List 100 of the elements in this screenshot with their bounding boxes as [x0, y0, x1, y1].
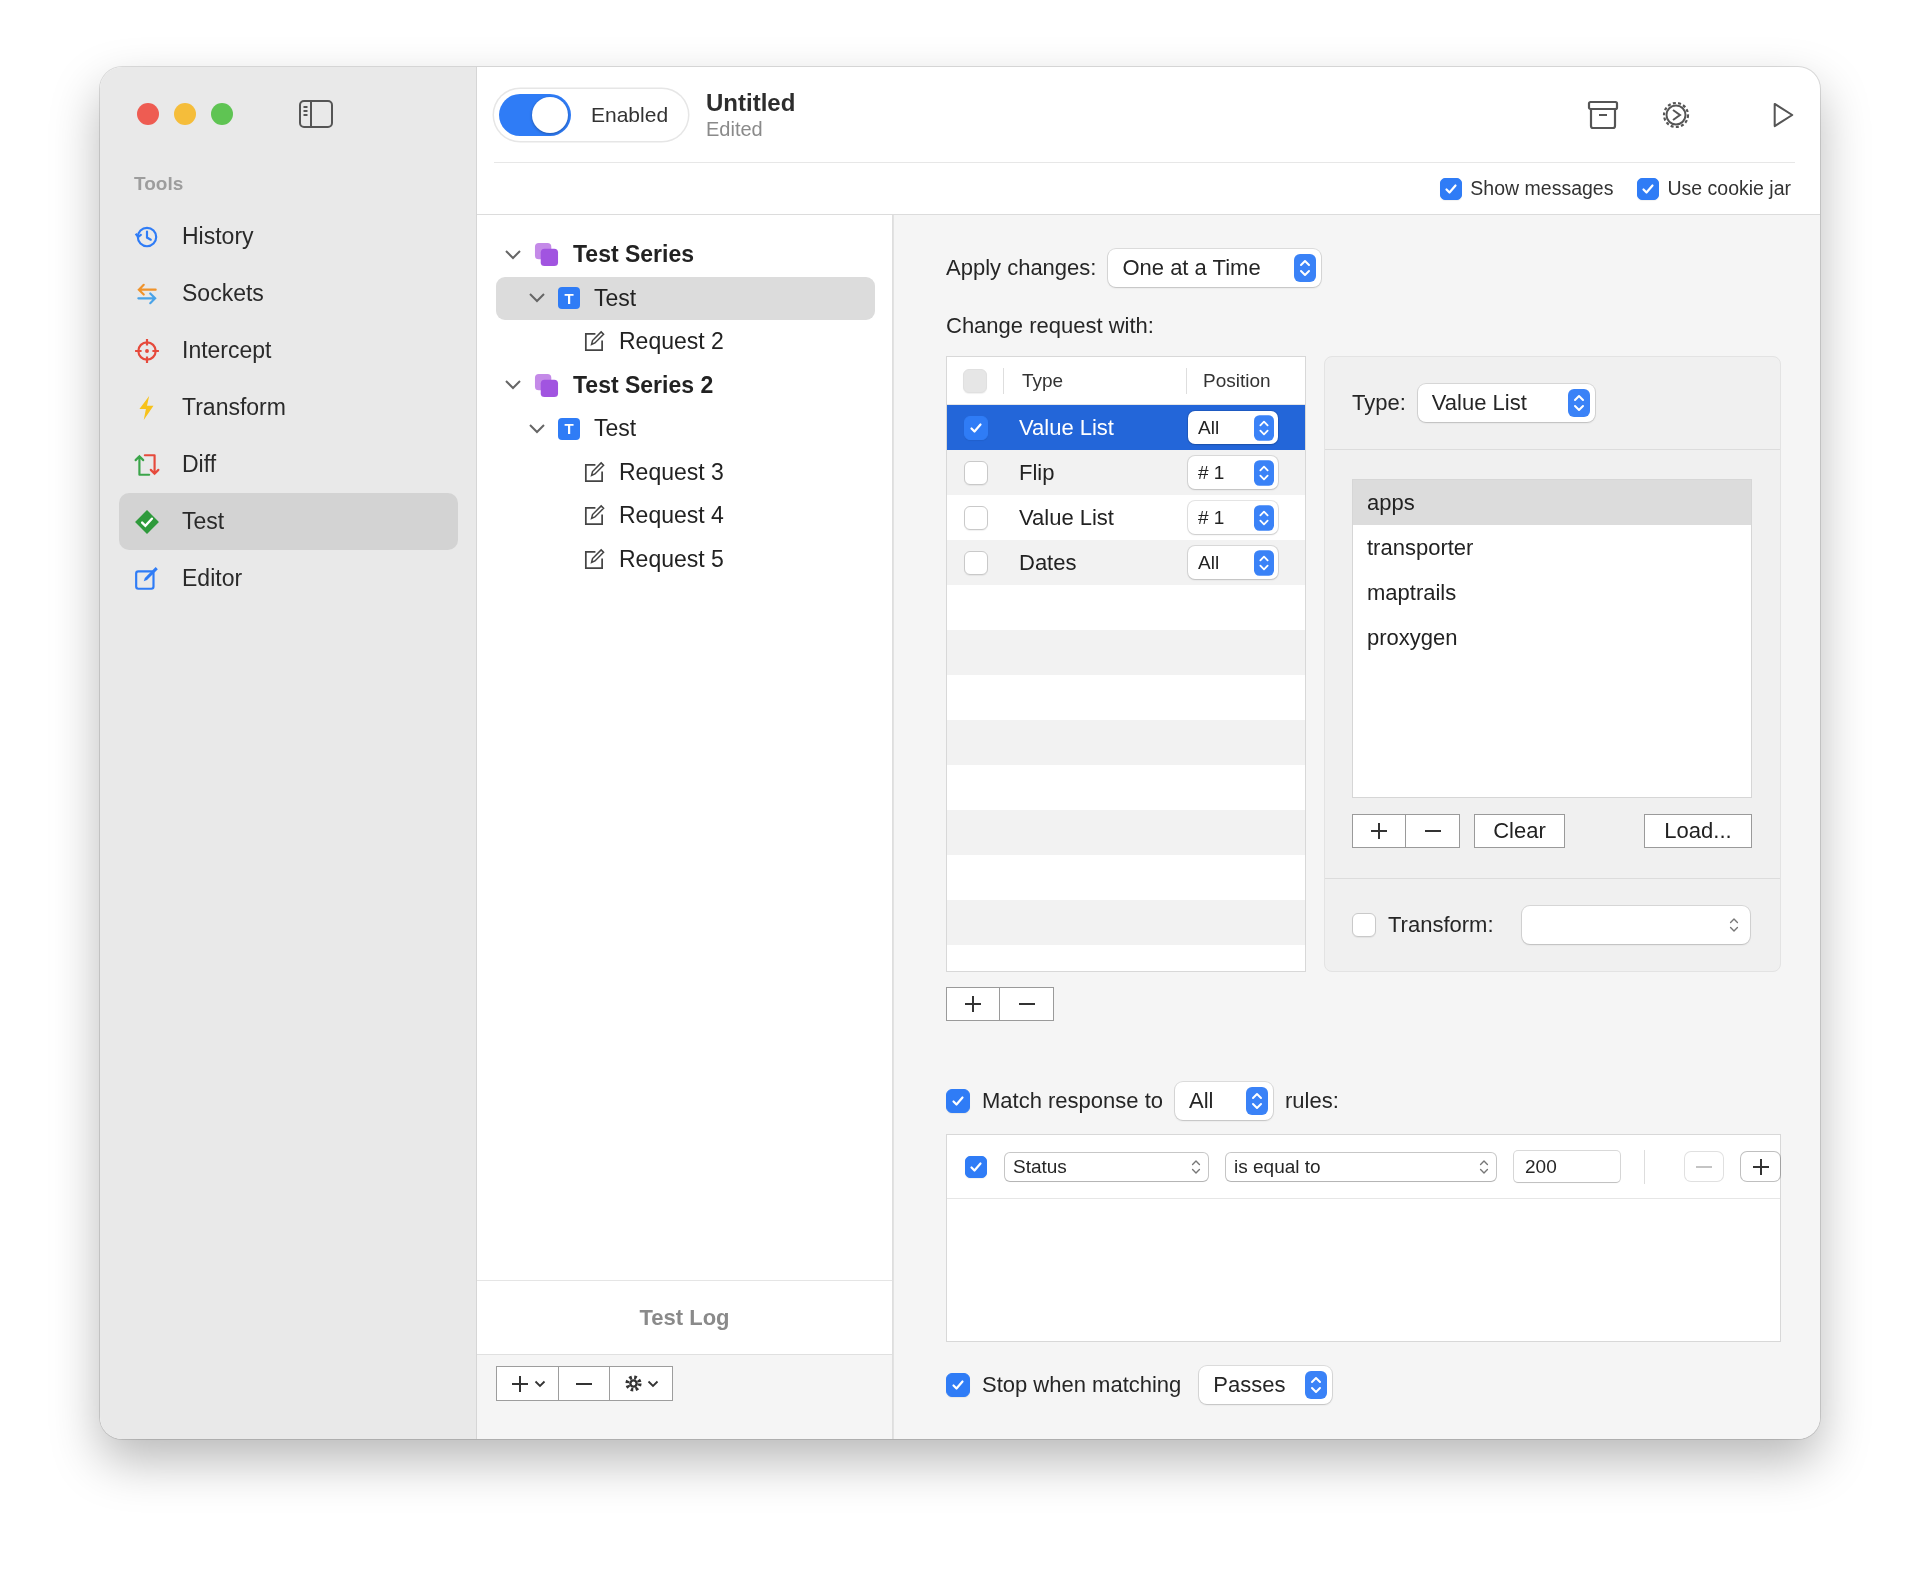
dropdown[interactable]: # 1: [1188, 501, 1278, 534]
dropdown[interactable]: # 1: [1188, 456, 1278, 489]
checkbox[interactable]: [1440, 177, 1463, 200]
caret-icon: [533, 1379, 546, 1388]
stepper-icon: [1246, 1087, 1268, 1115]
sidebar-item[interactable]: Diff: [119, 436, 458, 493]
chevron-icon[interactable]: [528, 292, 546, 305]
sidebar-item[interactable]: Editor: [119, 550, 458, 607]
field-label: rules:: [1285, 1088, 1339, 1114]
close-button[interactable]: [137, 103, 159, 125]
minus-icon: [1694, 1165, 1714, 1168]
plus-icon: [1369, 821, 1389, 841]
checkbox[interactable]: [946, 1373, 970, 1397]
list-item[interactable]: proxygen: [1353, 615, 1751, 660]
stepper-icon: [1567, 389, 1590, 417]
checkbox[interactable]: [963, 505, 988, 530]
tree-item[interactable]: Request 3: [496, 450, 875, 494]
stacked-squares-icon: [534, 242, 559, 268]
play-icon[interactable]: [1771, 100, 1795, 129]
window-subtitle: Edited: [706, 117, 764, 141]
chevron-icon[interactable]: [504, 379, 522, 392]
pencil-square-icon: [582, 330, 605, 354]
minus-icon: [574, 1382, 594, 1385]
stepper-icon: [1254, 459, 1274, 486]
table-cell-text: Value List: [1018, 414, 1115, 441]
checkbox[interactable]: [963, 550, 988, 575]
sidebar-item[interactable]: Transform: [119, 379, 458, 436]
plus-icon: [509, 1373, 530, 1394]
dropdown[interactable]: Passes: [1199, 1366, 1333, 1404]
checkbox[interactable]: [1637, 177, 1660, 200]
list-item[interactable]: transporter: [1353, 525, 1751, 570]
table-cell-text: Flip: [1018, 459, 1056, 486]
checkmark-diamond-icon: [134, 508, 160, 535]
checkbox[interactable]: [963, 415, 988, 440]
plus-icon: [1750, 1156, 1771, 1177]
tree-item[interactable]: Request 5: [496, 537, 875, 581]
checkbox[interactable]: [963, 460, 988, 485]
pencil-square-icon: [582, 460, 605, 484]
dropdown[interactable]: is equal to: [1226, 1152, 1496, 1181]
checkbox[interactable]: [946, 1089, 970, 1113]
tree-item[interactable]: T Test: [496, 407, 875, 451]
pencil-square-icon: [582, 547, 605, 571]
load-button[interactable]: Load...: [1644, 814, 1752, 848]
pencil-square-icon: [134, 565, 160, 592]
dropdown[interactable]: All: [1188, 411, 1278, 444]
checkbox-label: Match response to: [982, 1088, 1163, 1114]
dropdown[interactable]: All: [1188, 546, 1278, 579]
checkbox[interactable]: [965, 1155, 987, 1178]
sidebar-item[interactable]: Test: [119, 493, 458, 550]
table-cell-text: Value List: [1018, 504, 1115, 531]
dropdown[interactable]: One at a Time: [1108, 249, 1322, 287]
dropdown[interactable]: All: [1175, 1082, 1273, 1120]
chevron-icon[interactable]: [528, 422, 546, 435]
stepper-icon: [1254, 549, 1274, 576]
archive-box-icon[interactable]: [1587, 99, 1619, 130]
stacked-squares-icon: [534, 372, 559, 398]
checkbox-label: Show messages: [1470, 177, 1614, 200]
clear-button[interactable]: Clear: [1474, 814, 1565, 848]
checkbox-label: Transform:: [1388, 912, 1494, 938]
dropdown[interactable]: Status: [1005, 1152, 1208, 1181]
sidebar-toggle-icon[interactable]: [299, 100, 333, 128]
chevron-icon[interactable]: [504, 248, 522, 261]
checkmark-icon: [950, 1093, 966, 1109]
test-badge-icon: T: [558, 287, 580, 310]
tree-item[interactable]: Test Series 2: [496, 363, 875, 407]
section-label: Change request with:: [946, 312, 1155, 340]
tree-item[interactable]: Request 4: [496, 494, 875, 538]
tree-item[interactable]: Test Series: [496, 233, 875, 277]
gear-icon: [623, 1374, 643, 1393]
stepper-icon: [1294, 254, 1317, 282]
dropdown[interactable]: Value List: [1417, 384, 1595, 422]
list-item[interactable]: apps: [1353, 480, 1751, 525]
test-badge-icon: T: [558, 417, 580, 440]
stepper-icon: [1254, 504, 1274, 531]
enabled-toggle[interactable]: Enabled: [494, 88, 688, 141]
sidebar-item[interactable]: Intercept: [119, 322, 458, 379]
list-item[interactable]: maptrails: [1353, 570, 1751, 615]
plus-icon: [963, 994, 983, 1014]
value-field[interactable]: 200: [1514, 1151, 1620, 1182]
arrows-icon: [134, 451, 160, 478]
switch[interactable]: [499, 93, 571, 136]
table-row[interactable]: Value List All: [947, 405, 1305, 450]
minus-icon: [1016, 1003, 1037, 1005]
sidebar-item[interactable]: Sockets: [119, 265, 458, 322]
checkbox-label: Use cookie jar: [1667, 177, 1791, 200]
window-title: Untitled: [706, 88, 796, 117]
checkbox[interactable]: [1352, 913, 1376, 937]
caret-icon: [646, 1379, 659, 1388]
column-header: Position: [1202, 369, 1271, 392]
pencil-square-icon: [582, 504, 605, 528]
tree-item[interactable]: T Test: [496, 276, 875, 320]
add-rule-button[interactable]: [1741, 1152, 1780, 1181]
checkbox-label: Stop when matching: [982, 1372, 1182, 1398]
table-cell-text: Dates: [1018, 549, 1078, 576]
tree-item[interactable]: Request 2: [496, 320, 875, 364]
sidebar-item[interactable]: History: [119, 208, 458, 265]
stepper-icon: [1305, 1371, 1328, 1399]
field-label: Type:: [1352, 390, 1406, 416]
crosshair-icon: [134, 337, 160, 364]
stepper-icon: [1254, 414, 1274, 441]
